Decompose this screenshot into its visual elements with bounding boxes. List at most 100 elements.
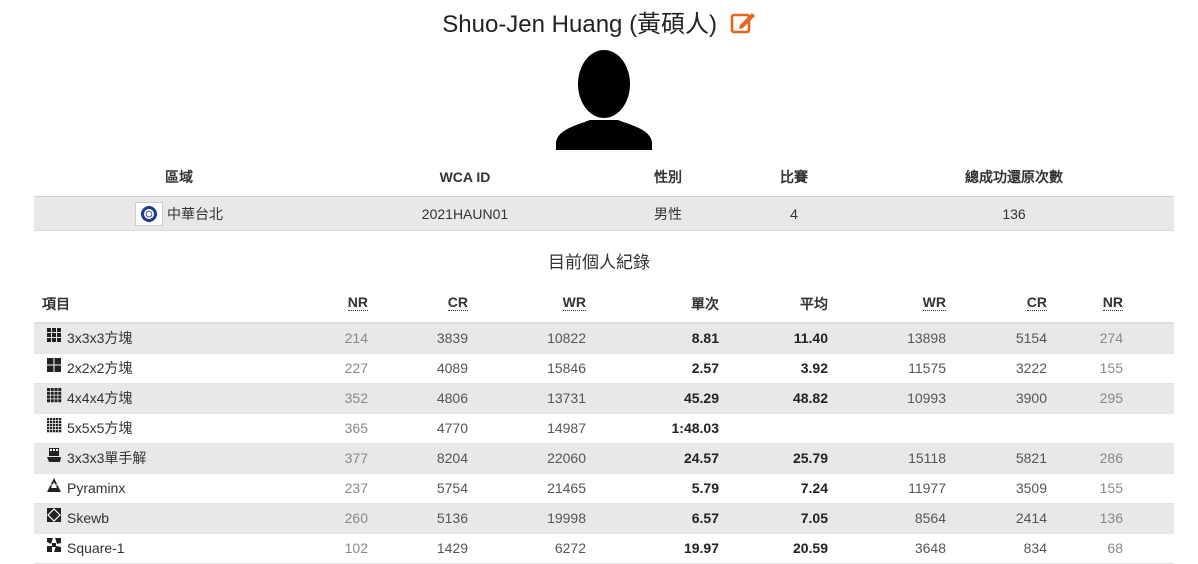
event-name: 5x5x5方塊 (67, 420, 133, 436)
region-cell: 中華台北 (94, 197, 264, 230)
record-row: Square-1 102 1429 6272 19.97 20.59 3648 834 68 (34, 534, 1174, 564)
solves-value: 136 (1002, 205, 1026, 222)
header-region: 區域 (165, 169, 193, 185)
nr-average: 68 (1107, 540, 1123, 556)
col-nr-single: NR (347, 294, 368, 311)
nr-single: 260 (344, 510, 368, 526)
cr-single: 4806 (436, 390, 468, 406)
avatar (552, 46, 656, 150)
competitions-value: 4 (790, 205, 798, 222)
wr-average: 13898 (907, 330, 946, 346)
single-result[interactable]: 5.79 (629, 474, 719, 503)
average-result[interactable]: 20.59 (738, 534, 828, 563)
record-row: Skewb 260 5136 19998 6.57 7.05 8564 2414 136 (34, 504, 1174, 534)
event-name: 3x3x3方塊 (67, 330, 133, 346)
nr-single: 227 (344, 360, 368, 376)
cr-single: 1429 (436, 540, 468, 556)
cr-average: 5154 (1015, 330, 1047, 346)
event-cell[interactable]: Square-1 (46, 534, 125, 563)
header-gender: 性別 (654, 169, 682, 185)
event-name: Square-1 (67, 540, 125, 556)
nr-single: 102 (344, 540, 368, 556)
event-cell[interactable]: Skewb (46, 504, 109, 533)
average-result[interactable]: 3.92 (738, 354, 828, 383)
records-table: 3x3x3方塊 214 3839 10822 8.81 11.40 13898 5154 274… (34, 324, 1174, 564)
pyraminx-icon (46, 474, 67, 503)
single-result[interactable]: 2.57 (629, 354, 719, 383)
col-cr-single: CR (447, 294, 468, 311)
cube-2x2-icon (46, 354, 67, 383)
region-value: 中華台北 (167, 205, 223, 222)
nr-single: 377 (344, 450, 368, 466)
record-row: 3x3x3單手解 377 8204 22060 24.57 25.79 15118 5821 2… (34, 444, 1174, 474)
event-cell[interactable]: 3x3x3方塊 (46, 324, 132, 353)
average-result[interactable]: 25.79 (738, 444, 828, 473)
cr-average: 834 (1023, 540, 1047, 556)
cr-average: 3509 (1015, 480, 1047, 496)
record-row: 5x5x5方塊 365 4770 14987 1:48.03 (34, 414, 1174, 444)
wr-average: 8564 (914, 510, 946, 526)
wr-single: 19998 (547, 510, 586, 526)
wr-single: 14987 (547, 420, 586, 436)
single-result[interactable]: 6.57 (629, 504, 719, 533)
event-name: 4x4x4方塊 (67, 390, 133, 406)
average-result[interactable]: 7.05 (738, 504, 828, 533)
single-result[interactable]: 1:48.03 (629, 414, 719, 443)
col-average: 平均 (800, 296, 828, 312)
average-result[interactable]: 7.24 (738, 474, 828, 503)
wr-average: 11575 (908, 360, 946, 376)
nr-average (1043, 414, 1123, 443)
person-name: Shuo-Jen Huang (黃碩人) (442, 11, 718, 38)
single-result[interactable]: 45.29 (629, 384, 719, 413)
nr-single: 214 (344, 330, 368, 346)
cr-average: 5821 (1015, 450, 1047, 466)
records-header: 項目 NR CR WR 單次 平均 WR CR NR (34, 288, 1174, 324)
records-title: 目前個人紀錄 (548, 253, 650, 272)
record-row: 3x3x3方塊 214 3839 10822 8.81 11.40 13898 5154 274 (34, 324, 1174, 354)
event-cell[interactable]: 5x5x5方塊 (46, 414, 132, 443)
skewb-icon (46, 504, 67, 533)
event-cell[interactable]: Pyraminx (46, 474, 125, 503)
nr-average: 295 (1099, 390, 1123, 406)
event-name: Skewb (67, 510, 110, 526)
record-row: 4x4x4方塊 352 4806 13731 45.29 48.82 10993 3900 29… (34, 384, 1174, 414)
nr-average: 286 (1099, 450, 1123, 466)
nr-average: 136 (1099, 510, 1123, 526)
person-name-title: Shuo-Jen Huang (黃碩人) (0, 4, 1198, 41)
average-result[interactable]: 48.82 (738, 384, 828, 413)
col-single: 單次 (691, 296, 719, 312)
flag-icon (135, 201, 163, 226)
cr-single: 4770 (436, 420, 468, 436)
average-result[interactable]: 11.40 (738, 324, 828, 353)
single-result[interactable]: 8.81 (629, 324, 719, 353)
single-result[interactable]: 19.97 (629, 534, 719, 563)
event-cell[interactable]: 3x3x3單手解 (46, 444, 146, 473)
cr-average: 3900 (1015, 390, 1047, 406)
header-competitions: 比賽 (780, 169, 808, 185)
cr-single: 8204 (436, 450, 468, 466)
header-wca-id: WCA ID (439, 169, 491, 185)
nr-average: 155 (1099, 480, 1123, 496)
cr-single: 5136 (436, 510, 468, 526)
nr-single: 365 (344, 420, 368, 436)
event-cell[interactable]: 4x4x4方塊 (46, 384, 132, 413)
wr-single: 13731 (547, 390, 586, 406)
wr-single: 10822 (547, 330, 586, 346)
event-name: 2x2x2方塊 (67, 360, 133, 376)
header-solves: 總成功還原次數 (965, 169, 1063, 185)
edit-icon[interactable] (730, 10, 756, 41)
col-wr-single: WR (562, 294, 586, 311)
wca-id-value: 2021HAUN01 (421, 205, 509, 222)
average-result[interactable] (738, 414, 828, 443)
wr-single: 15846 (547, 360, 586, 376)
col-cr-average: CR (1026, 294, 1047, 311)
nr-single: 352 (344, 390, 368, 406)
cr-average: 2414 (1015, 510, 1047, 526)
wr-average: 10993 (907, 390, 946, 406)
col-event: 項目 (42, 296, 70, 312)
gender-value: 男性 (654, 205, 682, 222)
event-cell[interactable]: 2x2x2方塊 (46, 354, 132, 383)
single-result[interactable]: 24.57 (629, 444, 719, 473)
cr-single: 4089 (436, 360, 468, 376)
square-1-icon (46, 534, 67, 563)
